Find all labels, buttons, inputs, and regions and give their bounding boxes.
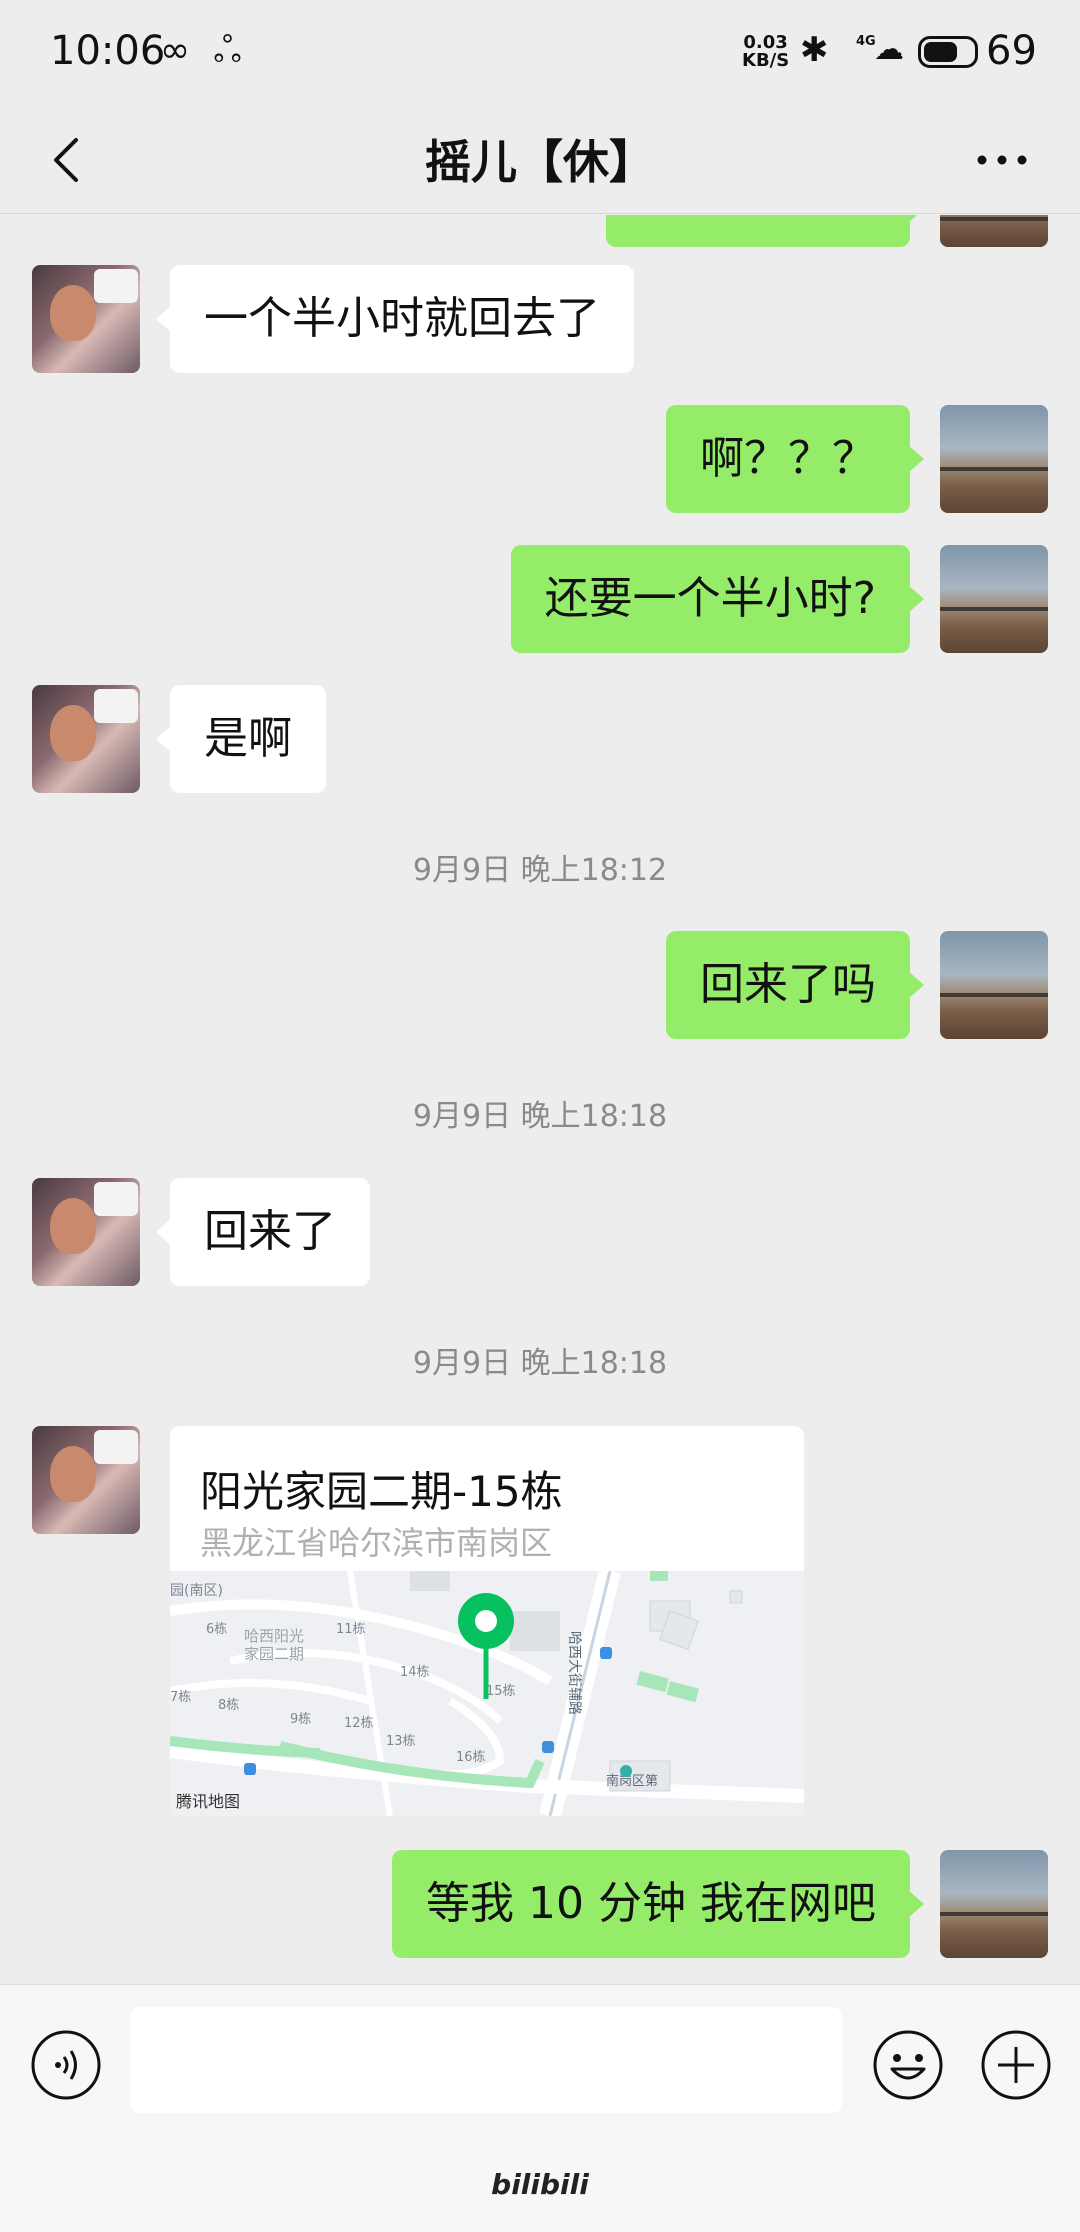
battery-level: 69 bbox=[986, 28, 1037, 74]
bottom-bar: bilibili bbox=[0, 2154, 1080, 2232]
avatar-self[interactable] bbox=[940, 1850, 1048, 1958]
avatar-self[interactable] bbox=[940, 931, 1048, 1039]
avatar-contact[interactable] bbox=[32, 265, 140, 373]
chat-header: 摇儿【休】 bbox=[0, 108, 1080, 214]
message-bubble-incoming[interactable]: 一个半小时就回去了 bbox=[156, 265, 634, 373]
message-bubble-outgoing[interactable]: 还要一个半小时? bbox=[510, 545, 925, 653]
emoji-icon[interactable] bbox=[872, 2029, 944, 2101]
avatar-contact[interactable] bbox=[32, 685, 140, 793]
map-label: 家园二期 bbox=[244, 1645, 304, 1663]
avatar-contact[interactable] bbox=[32, 1178, 140, 1286]
message-bubble-partial[interactable] bbox=[606, 215, 924, 247]
map-label: 13栋 bbox=[386, 1733, 416, 1749]
status-bar: 10:06 ∞ ஃ 0.03 KB/S ✱ 4G ☁ 69 bbox=[0, 0, 1080, 108]
message-bubble-incoming[interactable]: 是啊 bbox=[156, 685, 326, 793]
bilibili-watermark: bilibili bbox=[491, 2168, 589, 2201]
map-label: 7栋 bbox=[170, 1689, 191, 1705]
avatar-self[interactable] bbox=[940, 405, 1048, 513]
map-label: 园(南区) bbox=[170, 1583, 223, 1599]
map-graphic: 园(南区) 6栋 哈西阳光 家园二期 11栋 14栋 7栋 8栋 9栋 12栋 … bbox=[170, 1568, 804, 1816]
message-timestamp: 9月9日 晚上18:18 bbox=[412, 1346, 668, 1381]
more-options-icon[interactable] bbox=[972, 130, 1032, 190]
avatar-self[interactable] bbox=[940, 215, 1048, 247]
map-label: 11栋 bbox=[336, 1621, 366, 1637]
map-label: 哈西大街辅路 bbox=[566, 1631, 582, 1715]
chat-title: 摇儿【休】 bbox=[425, 135, 655, 189]
battery-fill bbox=[924, 42, 957, 62]
network-type: 4G bbox=[856, 34, 876, 49]
status-time: 10:06 bbox=[50, 28, 166, 74]
map-label: 8栋 bbox=[218, 1697, 239, 1713]
map-label: 12栋 bbox=[344, 1715, 374, 1731]
avatar-self[interactable] bbox=[940, 545, 1048, 653]
location-address: 黑龙江省哈尔滨市南岗区 bbox=[200, 1524, 553, 1562]
battery-icon bbox=[918, 36, 978, 68]
map-label: 南岗区第 bbox=[606, 1773, 658, 1789]
map-label: 15栋 bbox=[486, 1683, 516, 1699]
map-attribution: 腾讯地图 bbox=[176, 1792, 241, 1811]
map-label: 哈西阳光 bbox=[244, 1627, 304, 1645]
map-label: 16栋 bbox=[456, 1749, 486, 1765]
weather-cloud-icon: ☁ bbox=[874, 32, 904, 67]
message-bubble-outgoing[interactable]: 等我 10 分钟 我在网吧 bbox=[392, 1850, 924, 1958]
message-bubble-outgoing[interactable]: 啊？？？ bbox=[666, 405, 924, 513]
message-bubble-outgoing[interactable]: 回来了吗 bbox=[666, 931, 924, 1039]
network-speed: 0.03 KB/S bbox=[742, 34, 789, 70]
bluetooth-icon: ✱ bbox=[800, 30, 829, 70]
message-timestamp: 9月9日 晚上18:18 bbox=[412, 1099, 668, 1134]
input-bar bbox=[0, 1984, 1080, 2154]
message-input[interactable] bbox=[130, 2007, 842, 2113]
message-timestamp: 9月9日 晚上18:12 bbox=[412, 853, 668, 888]
map-label: 9栋 bbox=[290, 1711, 311, 1727]
map-label: 14栋 bbox=[400, 1664, 430, 1680]
plus-icon[interactable] bbox=[980, 2029, 1052, 2101]
location-title: 阳光家园二期-15栋 bbox=[200, 1467, 563, 1516]
location-message-card[interactable]: 阳光家园二期-15栋 黑龙江省哈尔滨市南岗区 园(南区) 6栋 哈西阳光 家园二… bbox=[170, 1426, 804, 1816]
network-speed-unit: KB/S bbox=[742, 50, 790, 71]
voice-input-icon[interactable] bbox=[30, 2029, 102, 2101]
message-bubble-incoming[interactable]: 回来了 bbox=[156, 1178, 370, 1286]
avatar-contact[interactable] bbox=[32, 1426, 140, 1534]
infinity-icon: ∞ ஃ bbox=[160, 30, 248, 71]
location-map[interactable]: 园(南区) 6栋 哈西阳光 家园二期 11栋 14栋 7栋 8栋 9栋 12栋 … bbox=[170, 1568, 804, 1816]
map-label: 6栋 bbox=[206, 1621, 227, 1637]
